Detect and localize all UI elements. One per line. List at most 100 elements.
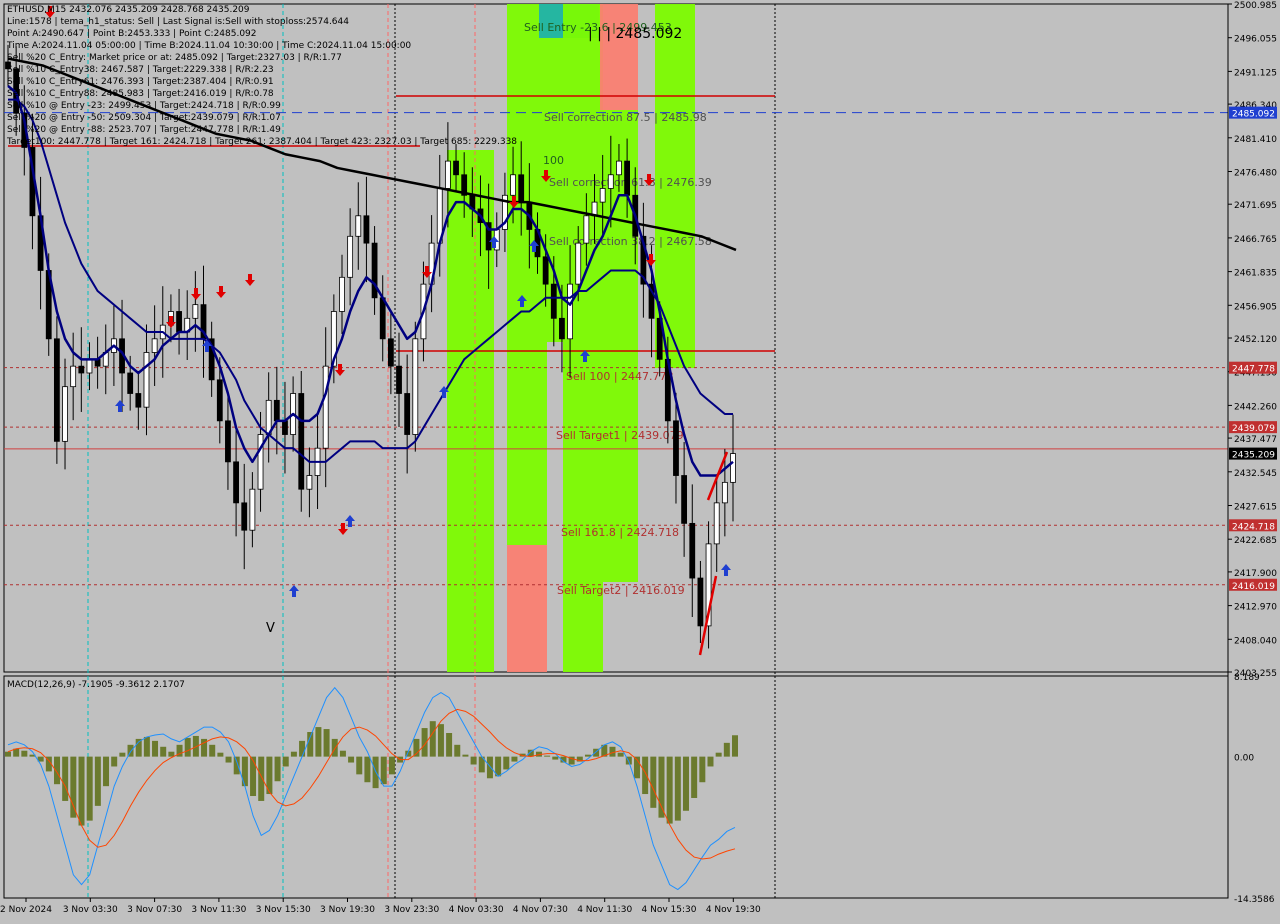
candle-body xyxy=(355,215,362,237)
info-line: Sell %10 C_Entry88: 2485.983 | Target:24… xyxy=(7,89,274,99)
macd-histogram-bar xyxy=(723,742,730,757)
macd-histogram-bar xyxy=(143,736,150,757)
time-tick-label: 4 Nov 03:30 xyxy=(449,905,504,915)
macd-histogram-bar xyxy=(5,751,11,757)
info-line: Sell %10 C_Entry61: 2476.393 | Target:23… xyxy=(7,77,274,87)
macd-histogram-bar xyxy=(258,756,265,801)
price-tick-label: 2412.970 xyxy=(1234,603,1277,613)
macd-histogram-bar xyxy=(233,756,240,775)
macd-histogram-bar xyxy=(429,721,436,757)
candle-body xyxy=(444,160,451,189)
macd-histogram-bar xyxy=(209,744,216,757)
macd-histogram-bar xyxy=(111,756,118,767)
macd-histogram-bar xyxy=(658,756,665,818)
macd-histogram-bar xyxy=(315,727,322,757)
candle-body xyxy=(379,297,386,340)
price-tick-label: 2471.695 xyxy=(1234,201,1277,211)
signal-zone xyxy=(507,545,547,672)
price-tag-label: 2447.778 xyxy=(1232,365,1275,375)
time-tick-label: 4 Nov 11:30 xyxy=(577,905,632,915)
macd-histogram-bar xyxy=(446,732,453,757)
price-tick-label: 2500.985 xyxy=(1234,1,1277,11)
price-tick-label: 2476.480 xyxy=(1234,168,1277,178)
macd-histogram-bar xyxy=(732,735,738,757)
macd-histogram-bar xyxy=(682,756,689,811)
price-tag-label: 2485.092 xyxy=(1232,110,1275,120)
time-tick-label: 3 Nov 23:30 xyxy=(384,905,439,915)
price-tag-label: 2424.718 xyxy=(1232,522,1275,532)
macd-histogram-bar xyxy=(642,756,649,795)
macd-histogram-bar xyxy=(331,738,338,757)
candle-body xyxy=(249,488,256,531)
macd-histogram-bar xyxy=(241,756,248,787)
price-tick-label: 2466.765 xyxy=(1234,235,1277,245)
candle-body xyxy=(363,215,370,244)
candle-body xyxy=(53,338,60,442)
price-tick-label: 2408.040 xyxy=(1234,636,1277,646)
price-tick-label: 2461.835 xyxy=(1234,269,1277,279)
candle-body xyxy=(127,372,134,394)
macd-histogram-bar xyxy=(21,750,28,757)
macd-histogram-bar xyxy=(168,751,175,757)
time-tick-label: 3 Nov 15:30 xyxy=(256,905,311,915)
price-tag-label: 2416.019 xyxy=(1232,582,1275,592)
candle-body xyxy=(624,160,631,196)
candle-body xyxy=(143,352,150,408)
info-line: Target100: 2447.778 | Target 161: 2424.7… xyxy=(7,137,518,147)
time-tick-label: 4 Nov 15:30 xyxy=(642,905,697,915)
level-label: Sell Target2 | 2416.019 xyxy=(557,584,685,597)
macd-histogram-bar xyxy=(364,756,371,783)
candle-body xyxy=(306,475,313,490)
macd-panel xyxy=(3,675,1229,899)
macd-histogram-bar xyxy=(225,756,232,763)
macd-histogram-bar xyxy=(250,756,257,797)
macd-histogram-bar xyxy=(511,756,518,762)
macd-histogram-bar xyxy=(666,756,673,824)
macd-histogram-bar xyxy=(86,756,93,821)
candle-body xyxy=(387,338,394,367)
price-tick-label: 2496.055 xyxy=(1234,35,1277,45)
macd-histogram-bar xyxy=(486,756,493,779)
candle-body xyxy=(135,393,142,408)
chart-annotation: V xyxy=(266,621,275,636)
time-tick-label: 3 Nov 11:30 xyxy=(191,905,246,915)
macd-histogram-bar xyxy=(54,756,61,785)
macd-histogram-bar xyxy=(184,737,191,757)
candle-body xyxy=(298,393,305,490)
macd-histogram-bar xyxy=(78,756,85,826)
price-tick-label: 2427.615 xyxy=(1234,502,1277,512)
time-tick-label: 2 Nov 2024 xyxy=(0,905,52,915)
macd-histogram-bar xyxy=(544,755,551,757)
candle-body xyxy=(510,174,516,196)
macd-histogram-bar xyxy=(323,729,330,757)
candle-body xyxy=(273,399,280,422)
candle-body xyxy=(616,160,622,176)
candle-body xyxy=(257,434,264,490)
candle-body xyxy=(567,283,573,340)
chart-annotation: | | | 2485.092 xyxy=(588,26,682,42)
macd-histogram-bar xyxy=(650,756,657,808)
candle-body xyxy=(322,365,329,449)
macd-histogram-bar xyxy=(470,756,477,765)
price-tag-label: 2439.079 xyxy=(1232,424,1275,434)
candle-body xyxy=(697,577,704,627)
candle-body xyxy=(396,365,402,394)
info-line: Line:1578 | tema_h1_status: Sell | Last … xyxy=(7,17,349,27)
candle-body xyxy=(575,242,582,285)
macd-histogram-bar xyxy=(503,756,510,770)
macd-histogram-bar xyxy=(674,756,681,821)
candle-body xyxy=(151,338,158,353)
macd-histogram-bar xyxy=(339,750,346,757)
macd-tick-label: 8.189 xyxy=(1234,673,1260,683)
price-tick-label: 2491.125 xyxy=(1234,68,1277,78)
candle-body xyxy=(689,522,696,579)
price-tick-label: 2456.905 xyxy=(1234,302,1277,312)
info-line: Sell %20 @ Entry -88: 2523.707 | Target:… xyxy=(7,125,281,135)
candle-body xyxy=(550,283,557,319)
price-tick-label: 2432.545 xyxy=(1234,469,1277,479)
candle-body xyxy=(599,188,606,203)
info-line: Point A:2490.647 | Point B:2453.333 | Po… xyxy=(7,29,257,39)
time-tick-label: 4 Nov 19:30 xyxy=(706,905,761,915)
time-tick-label: 3 Nov 19:30 xyxy=(320,905,375,915)
macd-histogram-bar xyxy=(454,744,461,757)
